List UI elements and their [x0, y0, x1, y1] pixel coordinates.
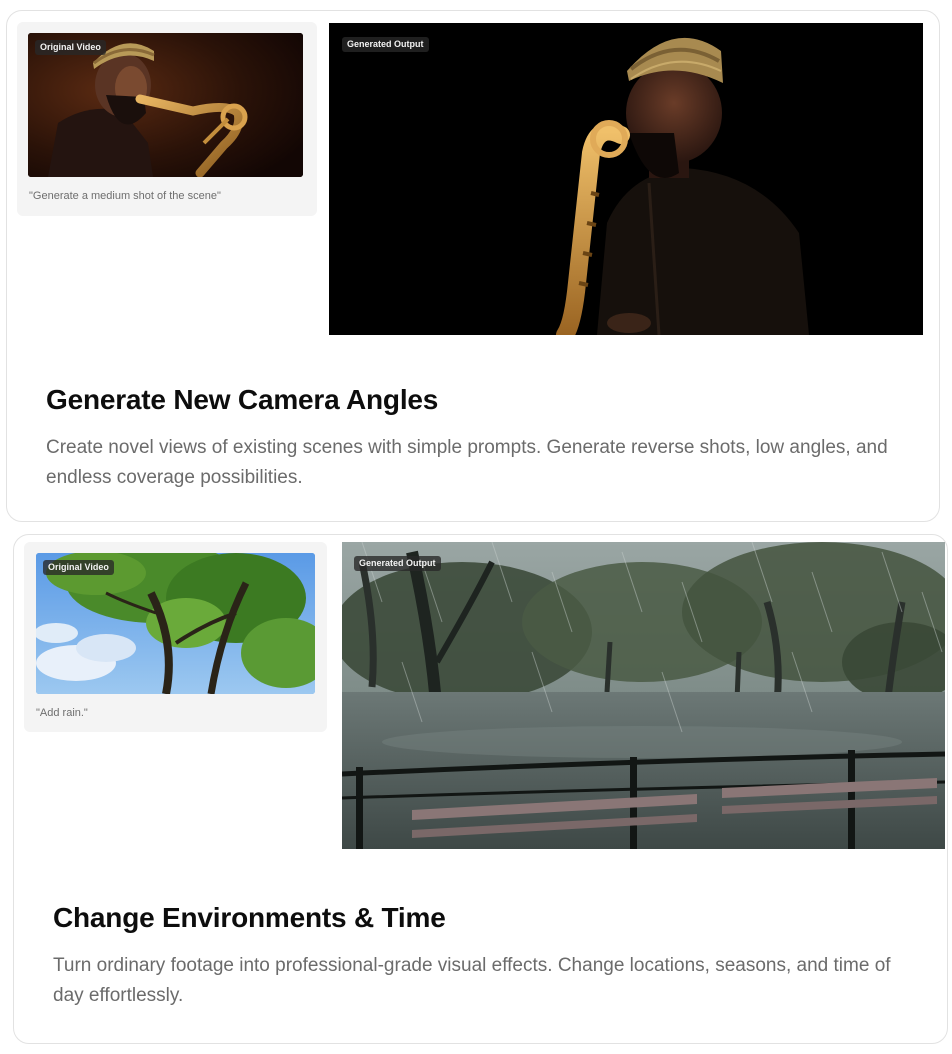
generated-output-badge: Generated Output [354, 556, 441, 571]
generated-output-badge: Generated Output [342, 37, 429, 52]
saxophonist-medium-shot-image [329, 23, 923, 335]
original-video-thumbnail[interactable]: Original Video [36, 553, 315, 694]
prompt-text: "Generate a medium shot of the scene" [29, 190, 221, 202]
original-video-panel: Original Video [24, 542, 327, 732]
original-video-badge: Original Video [43, 560, 114, 575]
feature-title: Generate New Camera Angles [46, 384, 439, 415]
rainy-park-image [342, 542, 945, 849]
prompt-text: "Add rain." [36, 707, 88, 719]
feature-description: Create novel views of existing scenes wi… [46, 437, 888, 488]
generated-output-video[interactable]: Generated Output [342, 542, 945, 849]
original-video-badge: Original Video [35, 40, 106, 55]
generated-output-video[interactable]: Generated Output [329, 23, 923, 335]
feature-title: Change Environments & Time [53, 902, 446, 933]
feature-card-environments: Original Video "Add rain." Generated Out… [13, 534, 948, 1044]
original-video-thumbnail[interactable]: Original Video [28, 33, 303, 177]
feature-card-camera-angles: Original Video "Generate a medium shot o… [6, 10, 940, 522]
feature-description: Turn ordinary footage into professional-… [53, 955, 891, 1006]
original-video-panel: Original Video [17, 22, 317, 216]
